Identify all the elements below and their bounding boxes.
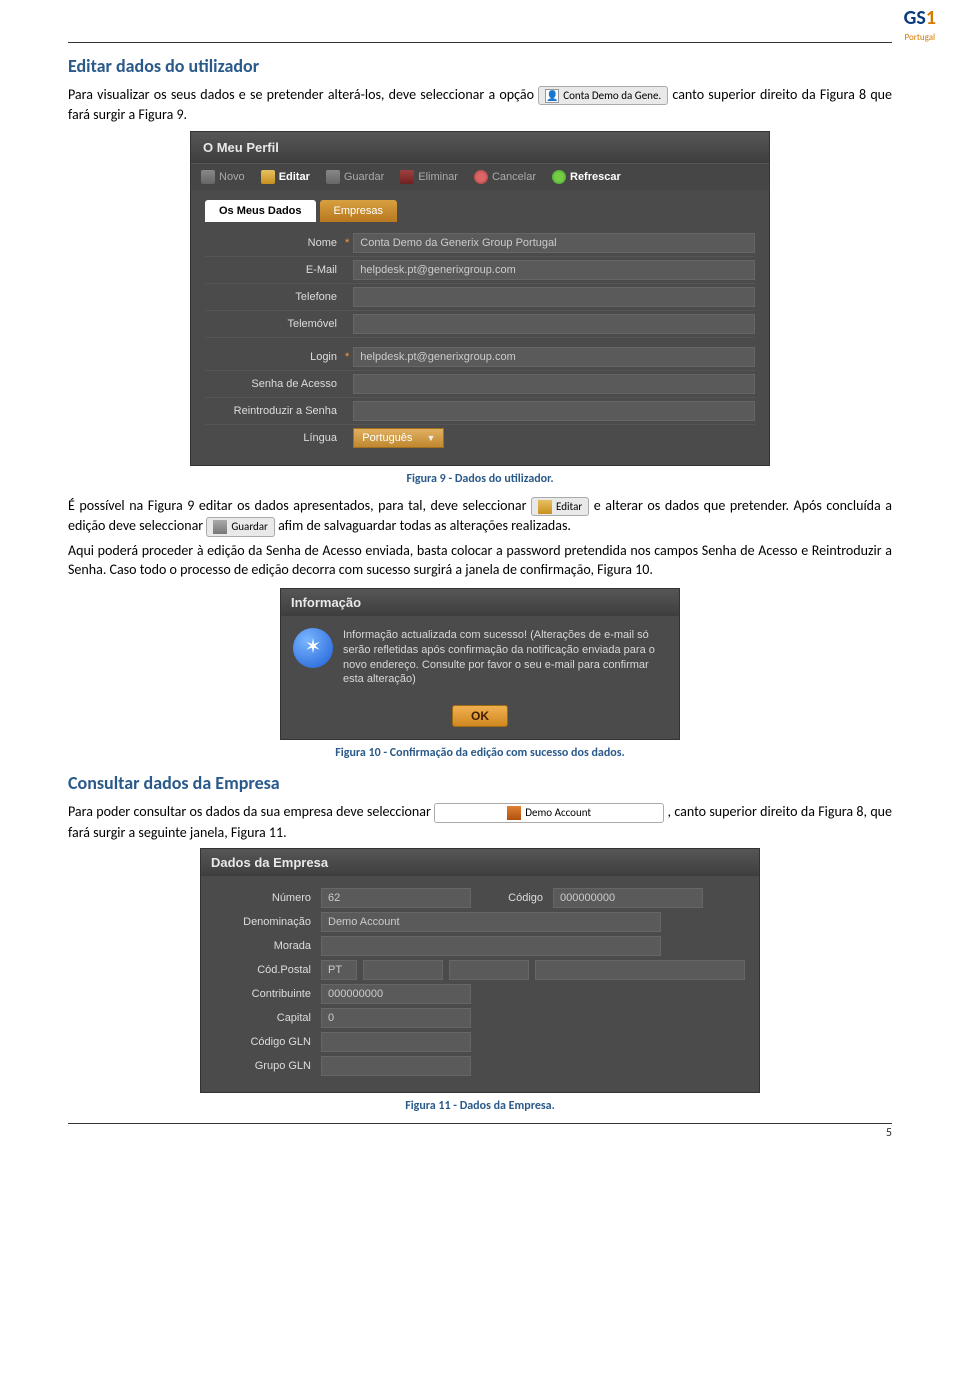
label-denominacao: Denominação — [215, 916, 315, 928]
delete-icon — [400, 170, 414, 184]
input-codigo-gln[interactable] — [321, 1032, 471, 1052]
toolbar-cancel[interactable]: Cancelar — [474, 170, 536, 184]
input-email[interactable]: helpdesk.pt@generixgroup.com — [353, 260, 755, 280]
caption-figure-11: Figura 11 - Dados da Empresa. — [68, 1099, 892, 1113]
tab-companies[interactable]: Empresas — [320, 200, 398, 222]
chip-guardar[interactable]: Guardar — [206, 517, 275, 536]
ok-button[interactable]: OK — [452, 705, 508, 727]
top-rule — [68, 42, 892, 43]
figure-11-panel: Dados da Empresa Número 62 Código 000000… — [200, 848, 760, 1093]
caption-figure-9: Figura 9 - Dados do utilizador. — [68, 472, 892, 486]
toolbar-delete[interactable]: Eliminar — [400, 170, 458, 184]
heading-edit-user: Editar dados do utilizador — [68, 55, 892, 77]
toolbar-new[interactable]: Novo — [201, 170, 245, 184]
input-login[interactable]: helpdesk.pt@generixgroup.com — [353, 347, 755, 367]
label-codigo-gln: Código GLN — [215, 1036, 315, 1048]
label-morada: Morada — [215, 940, 315, 952]
toolbar-save[interactable]: Guardar — [326, 170, 384, 184]
bottom-rule — [68, 1123, 892, 1124]
heading-company-data: Consultar dados da Empresa — [68, 772, 892, 794]
building-icon — [507, 806, 521, 820]
input-country[interactable]: PT — [321, 960, 357, 980]
input-denominacao[interactable]: Demo Account — [321, 912, 661, 932]
input-morada[interactable] — [321, 936, 661, 956]
label-reintroduzir: Reintroduzir a Senha — [205, 405, 345, 417]
para-company: Para poder consultar os dados da sua emp… — [68, 802, 892, 842]
refresh-icon — [552, 170, 566, 184]
select-lingua[interactable]: Português▼ — [353, 428, 444, 448]
input-telemovel[interactable] — [353, 314, 755, 334]
figure-10-dialog: Informação ✶ Informação actualizada com … — [280, 588, 680, 740]
toolbar-refresh[interactable]: Refrescar — [552, 170, 621, 184]
input-postal-2[interactable] — [449, 960, 529, 980]
input-grupo-gln[interactable] — [321, 1056, 471, 1076]
input-codigo[interactable]: 000000000 — [553, 888, 703, 908]
edit-icon — [261, 170, 275, 184]
company-panel-title: Dados da Empresa — [201, 849, 759, 876]
input-telefone[interactable] — [353, 287, 755, 307]
label-login: Login — [205, 351, 345, 363]
chip-company-menu[interactable]: Demo Account — [434, 803, 664, 822]
label-contribuinte: Contribuinte — [215, 988, 315, 1000]
gs1-logo: GS1 Portugal — [904, 6, 936, 43]
para-intro: Para visualizar os seus dados e se prete… — [68, 85, 892, 125]
required-icon: * — [345, 237, 353, 249]
label-codigo: Código — [477, 892, 547, 904]
label-capital: Capital — [215, 1012, 315, 1024]
dialog-title: Informação — [281, 589, 679, 616]
input-capital[interactable]: 0 — [321, 1008, 471, 1028]
panel-title: O Meu Perfil — [191, 132, 769, 163]
label-grupo-gln: Grupo GLN — [215, 1060, 315, 1072]
chip-account-menu[interactable]: 👤 Conta Demo da Gene. — [538, 86, 668, 105]
input-reintroduzir[interactable] — [353, 401, 755, 421]
dialog-message: Informação actualizada com sucesso! (Alt… — [343, 628, 667, 687]
toolbar-edit[interactable]: Editar — [261, 170, 310, 184]
para-edit-flow: É possível na Figura 9 editar os dados a… — [68, 496, 892, 537]
label-codpostal: Cód.Postal — [215, 964, 315, 976]
para-password-note: Aqui poderá proceder à edição da Senha d… — [68, 541, 892, 580]
label-numero: Número — [215, 892, 315, 904]
input-contribuinte[interactable]: 000000000 — [321, 984, 471, 1004]
info-icon: ✶ — [293, 628, 333, 668]
input-numero[interactable]: 62 — [321, 888, 471, 908]
label-senha: Senha de Acesso — [205, 378, 345, 390]
user-icon: 👤 — [545, 89, 559, 103]
label-telemovel: Telemóvel — [205, 318, 345, 330]
save-icon — [326, 170, 340, 184]
label-telefone: Telefone — [205, 291, 345, 303]
label-nome: Nome — [205, 237, 345, 249]
input-postal-city[interactable] — [535, 960, 745, 980]
cancel-icon — [474, 170, 488, 184]
chip-editar[interactable]: Editar — [531, 497, 589, 516]
caption-figure-10: Figura 10 - Confirmação da edição com su… — [68, 746, 892, 760]
required-icon: * — [345, 351, 353, 363]
figure-9-panel: O Meu Perfil Novo Editar Guardar Elimina… — [190, 131, 770, 466]
input-nome[interactable]: Conta Demo da Generix Group Portugal — [353, 233, 755, 253]
edit-icon — [538, 500, 552, 514]
chevron-down-icon: ▼ — [426, 433, 435, 443]
input-postal-1[interactable] — [363, 960, 443, 980]
save-icon — [213, 520, 227, 534]
label-email: E-Mail — [205, 264, 345, 276]
input-senha[interactable] — [353, 374, 755, 394]
toolbar: Novo Editar Guardar Eliminar Cancelar Re… — [191, 163, 769, 190]
new-icon — [201, 170, 215, 184]
label-lingua: Língua — [205, 432, 345, 444]
page-number: 5 — [68, 1126, 892, 1140]
tab-my-data[interactable]: Os Meus Dados — [205, 200, 316, 222]
